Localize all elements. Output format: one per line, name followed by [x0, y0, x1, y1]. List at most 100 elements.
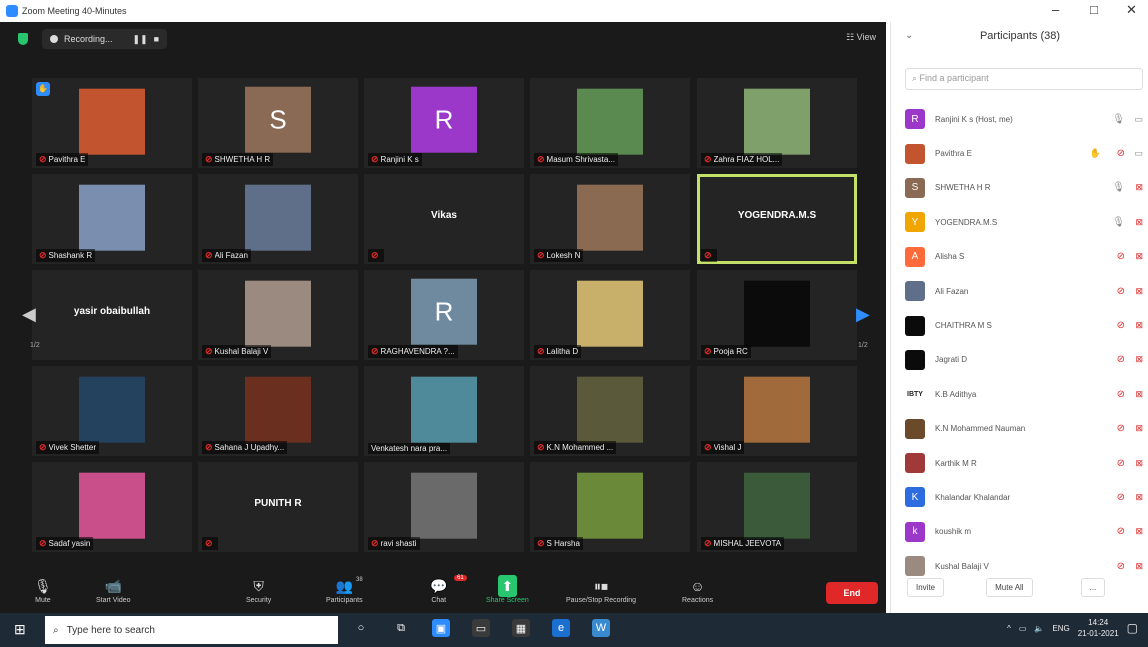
participant-video-tile[interactable]: PUNITH R ⊘: [198, 462, 358, 552]
mute-button[interactable]: 🎙 Mute: [34, 575, 52, 604]
participant-video-tile[interactable]: ⊘ Shashank R: [32, 174, 192, 264]
start-video-button[interactable]: 📹 Start Video: [96, 575, 131, 604]
participant-search-input[interactable]: ⌕ Find a participant: [905, 68, 1143, 90]
volume-icon[interactable]: 🔈: [1034, 624, 1044, 633]
camera-off-icon[interactable]: ⊠: [1135, 492, 1143, 503]
notifications-icon[interactable]: ▢: [1127, 621, 1138, 635]
participant-video-tile[interactable]: ⊘ ravi shasti: [364, 462, 524, 552]
participant-list-item[interactable]: A Alisha S ⊘ ⊠: [891, 240, 1148, 274]
participant-video-tile[interactable]: Vikas ⊘: [364, 174, 524, 264]
reactions-button[interactable]: ☺ Reactions: [682, 575, 713, 604]
participant-list-item[interactable]: S SHWETHA H R 🎙 ⊠: [891, 171, 1148, 205]
participant-list-item[interactable]: Jagrati D ⊘ ⊠: [891, 343, 1148, 377]
participant-list-item[interactable]: CHAITHRA M S ⊘ ⊠: [891, 308, 1148, 342]
participant-list-item[interactable]: K.N Mohammed Nauman ⊘ ⊠: [891, 412, 1148, 446]
microphone-icon[interactable]: 🎙: [1112, 217, 1125, 228]
participant-list-item[interactable]: Karthik M R ⊘ ⊠: [891, 446, 1148, 480]
participant-video-tile[interactable]: ⊘ Sahana J Upadhy...: [198, 366, 358, 456]
muted-mic-icon[interactable]: ⊘: [1117, 148, 1125, 159]
participant-video-tile[interactable]: YOGENDRA.M.S ⊘: [697, 174, 857, 264]
participant-video-tile[interactable]: ⊘ Kushal Balaji V: [198, 270, 358, 360]
language-indicator[interactable]: ENG: [1052, 624, 1069, 633]
participant-list-item[interactable]: k koushik m ⊘ ⊠: [891, 515, 1148, 549]
muted-mic-icon[interactable]: ⊘: [1117, 354, 1125, 365]
participant-video-tile[interactable]: ⊘ Lalitha D: [530, 270, 690, 360]
participant-video-tile[interactable]: S ⊘ SHWETHA H R: [198, 78, 358, 168]
camera-off-icon[interactable]: ⊠: [1135, 561, 1143, 572]
camera-off-icon[interactable]: ⊠: [1135, 526, 1143, 537]
invite-button[interactable]: Invite: [907, 578, 945, 597]
system-clock[interactable]: 14:24 21-01-2021: [1078, 617, 1119, 639]
muted-mic-icon[interactable]: ⊘: [1117, 423, 1125, 434]
participants-button[interactable]: 👥 Participants 38: [326, 575, 363, 604]
camera-icon[interactable]: ▭: [1134, 114, 1143, 125]
windows-start-icon[interactable]: ⊞: [14, 621, 26, 638]
muted-mic-icon[interactable]: ⊘: [1117, 458, 1125, 469]
zoom-app-icon[interactable]: ▣: [432, 619, 450, 637]
camera-off-icon[interactable]: ⊠: [1135, 251, 1143, 262]
muted-mic-icon[interactable]: ⊘: [1117, 526, 1125, 537]
more-options-button[interactable]: ...: [1080, 578, 1106, 597]
edge-browser-icon[interactable]: e: [552, 619, 570, 637]
minimize-button[interactable]: –: [1052, 2, 1059, 17]
participant-video-tile[interactable]: ⊘ S Harsha: [530, 462, 690, 552]
participant-video-tile[interactable]: ⊘ MISHAL JEEVOTA: [697, 462, 857, 552]
participant-video-tile[interactable]: R ⊘ Ranjini K s: [364, 78, 524, 168]
end-meeting-button[interactable]: End: [826, 582, 878, 604]
next-page-arrow-icon[interactable]: ▶: [856, 304, 876, 325]
security-button[interactable]: ⛨ Security: [246, 575, 271, 604]
show-hidden-icons-icon[interactable]: ^: [1007, 624, 1011, 633]
camera-off-icon[interactable]: ⊠: [1135, 389, 1143, 400]
cortana-icon[interactable]: ○: [352, 619, 370, 637]
participant-video-tile[interactable]: Venkatesh nara pra...: [364, 366, 524, 456]
pause-stop-recording-button[interactable]: ⏸⏹ Pause/Stop Recording: [566, 575, 636, 604]
participant-list-item[interactable]: Y YOGENDRA.M.S 🎙 ⊠: [891, 205, 1148, 239]
pause-recording-icon[interactable]: ❚❚: [133, 34, 148, 45]
network-icon[interactable]: ▭: [1019, 624, 1027, 633]
participant-video-tile[interactable]: R ⊘ RAGHAVENDRA ?...: [364, 270, 524, 360]
camera-off-icon[interactable]: ⊠: [1135, 286, 1143, 297]
participant-video-tile[interactable]: ⊘ Masum Shrivasta...: [530, 78, 690, 168]
view-button[interactable]: ☷ View: [846, 32, 876, 43]
camera-off-icon[interactable]: ⊠: [1135, 354, 1143, 365]
participant-video-tile[interactable]: ✋ ⊘ Pavithra E: [32, 78, 192, 168]
mute-all-button[interactable]: Mute All: [986, 578, 1033, 597]
camera-off-icon[interactable]: ⊠: [1135, 217, 1143, 228]
file-explorer-icon[interactable]: ▭: [472, 619, 490, 637]
stop-recording-icon[interactable]: ■: [154, 34, 159, 44]
participant-video-tile[interactable]: ⊘ Sadaf yasin: [32, 462, 192, 552]
security-shield-icon[interactable]: [18, 33, 28, 45]
camera-off-icon[interactable]: ⊠: [1135, 458, 1143, 469]
camera-off-icon[interactable]: ⊠: [1135, 182, 1143, 193]
participant-video-tile[interactable]: yasir obaibullah: [32, 270, 192, 360]
store-icon[interactable]: ▦: [512, 619, 530, 637]
taskbar-search-input[interactable]: ⌕ Type here to search: [45, 616, 338, 644]
muted-mic-icon[interactable]: ⊘: [1117, 492, 1125, 503]
task-view-icon[interactable]: ⧉: [392, 619, 410, 637]
word-app-icon[interactable]: W: [592, 619, 610, 637]
chat-button[interactable]: 💬 Chat 61: [430, 575, 467, 604]
microphone-icon[interactable]: 🎙: [1112, 182, 1125, 193]
camera-off-icon[interactable]: ⊠: [1135, 423, 1143, 434]
participant-list-item[interactable]: IBTY K.B Adithya ⊘ ⊠: [891, 377, 1148, 411]
participant-video-tile[interactable]: ⊘ Pooja RC: [697, 270, 857, 360]
participant-list-item[interactable]: R Ranjini K s (Host, me) 🎙 ▭: [891, 102, 1148, 136]
participant-video-tile[interactable]: ⊘ Ali Fazan: [198, 174, 358, 264]
maximize-button[interactable]: □: [1090, 2, 1098, 17]
participant-list-item[interactable]: K Khalandar Khalandar ⊘ ⊠: [891, 480, 1148, 514]
participant-video-tile[interactable]: ⊘ Vishal J: [697, 366, 857, 456]
muted-mic-icon[interactable]: ⊘: [1117, 251, 1125, 262]
muted-mic-icon[interactable]: ⊘: [1117, 389, 1125, 400]
participant-list-item[interactable]: Pavithra E ✋ ⊘ ▭: [891, 136, 1148, 170]
participant-video-tile[interactable]: ⊘ Zahra FIAZ HOL...: [697, 78, 857, 168]
previous-page-arrow-icon[interactable]: ◀: [22, 304, 42, 325]
participant-list-item[interactable]: Ali Fazan ⊘ ⊠: [891, 274, 1148, 308]
microphone-icon[interactable]: 🎙: [1112, 114, 1125, 125]
muted-mic-icon[interactable]: ⊘: [1117, 286, 1125, 297]
camera-off-icon[interactable]: ⊠: [1135, 320, 1143, 331]
camera-icon[interactable]: ▭: [1134, 148, 1143, 159]
muted-mic-icon[interactable]: ⊘: [1117, 561, 1125, 572]
participant-video-tile[interactable]: ⊘ Vivek Shetter: [32, 366, 192, 456]
participant-video-tile[interactable]: ⊘ K.N Mohammed ...: [530, 366, 690, 456]
share-screen-button[interactable]: ⬆ Share Screen: [486, 575, 529, 604]
